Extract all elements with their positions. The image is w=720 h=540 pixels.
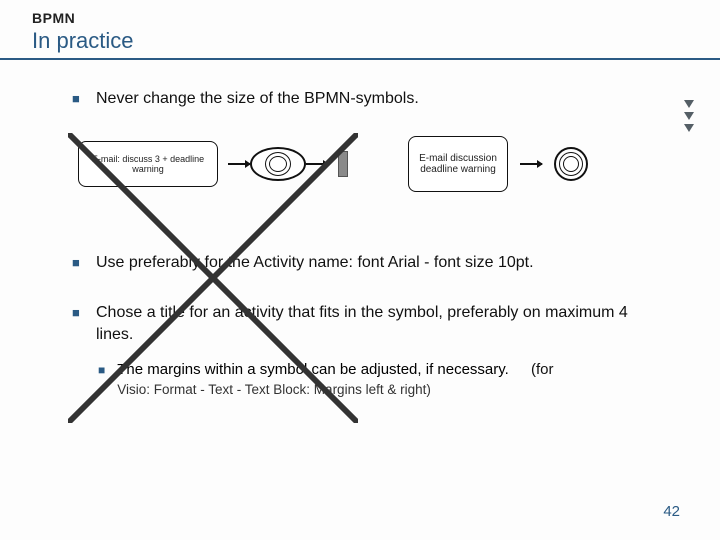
slide-header: BPMN In practice	[0, 0, 720, 60]
arrow-icon	[228, 163, 250, 165]
correct-example: E-mail discussion deadline warning	[408, 136, 588, 192]
wrong-timer-event-icon	[260, 147, 296, 181]
header-kicker: BPMN	[32, 10, 720, 26]
bullet-2-text: Use preferably for the Activity name: fo…	[96, 252, 534, 274]
sub-bullet-for: (for	[531, 361, 554, 378]
bullet-1-text: Never change the size of the BPMN-symbol…	[96, 88, 419, 110]
wrong-task-box: E-mail: discuss 3 + deadline warning	[78, 141, 218, 187]
decorative-triangles	[684, 100, 694, 132]
page-number: 42	[663, 503, 680, 520]
bullet-marker-icon: ■	[72, 302, 82, 324]
arrow-icon	[520, 163, 542, 165]
bullet-marker-icon: ■	[72, 88, 82, 110]
triangle-down-icon	[684, 100, 694, 108]
bullet-2: ■ Use preferably for the Activity name: …	[72, 252, 660, 274]
arrow-icon	[306, 163, 328, 165]
correct-task-box: E-mail discussion deadline warning	[408, 136, 508, 192]
sub-bullet-1: ■ The margins within a symbol can be adj…	[98, 360, 660, 400]
bullet-1: ■ Never change the size of the BPMN-symb…	[72, 88, 660, 110]
triangle-down-icon	[684, 112, 694, 120]
wrong-example: E-mail: discuss 3 + deadline warning	[72, 137, 354, 191]
header-title: In practice	[32, 28, 720, 54]
triangle-down-icon	[684, 124, 694, 132]
sub-bullet-main: The margins within a symbol can be adjus…	[117, 361, 509, 378]
bullet-marker-icon: ■	[72, 252, 82, 274]
bpmn-illustration: E-mail: discuss 3 + deadline warning E-m…	[72, 124, 660, 204]
bullet-3: ■ Chose a title for an activity that fit…	[72, 302, 660, 346]
correct-timer-event-icon	[554, 147, 588, 181]
sub-bullet-1-text: The margins within a symbol can be adjus…	[117, 360, 553, 400]
bullet-marker-icon: ■	[98, 360, 105, 380]
bar-icon	[338, 151, 348, 177]
sub-bullet-detail: Visio: Format - Text - Text Block: Margi…	[117, 382, 431, 397]
bullet-3-text: Chose a title for an activity that fits …	[96, 302, 660, 346]
slide-content: ■ Never change the size of the BPMN-symb…	[0, 60, 720, 400]
